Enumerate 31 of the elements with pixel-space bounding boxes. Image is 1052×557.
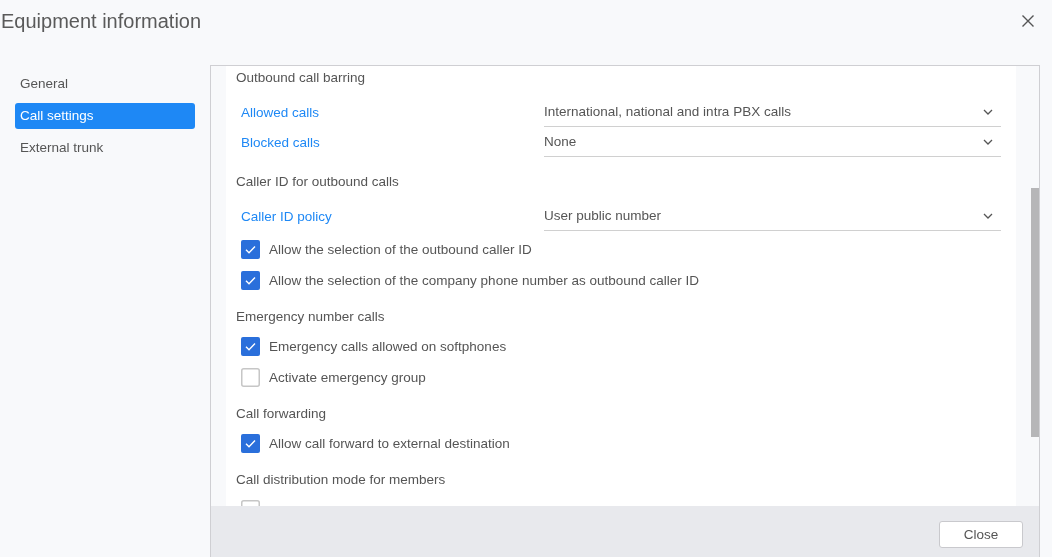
scrollbar-thumb[interactable] (1031, 188, 1039, 437)
dropdown-field[interactable]: None (544, 127, 1001, 157)
checkbox-label: Allow call forward to external destination (269, 436, 510, 451)
section-heading: Emergency number calls (236, 308, 386, 326)
checkbox[interactable] (241, 337, 260, 356)
chevron-down-icon (983, 212, 993, 219)
checkbox-label: Allow the selection of the company phone number as outbound caller ID (269, 273, 699, 288)
dropdown-field[interactable]: User public number (544, 201, 1001, 231)
field-label: Caller ID policy (241, 208, 333, 224)
close-icon[interactable] (1022, 15, 1034, 27)
dropdown-field[interactable]: International, national and intra PBX calls (544, 97, 1001, 127)
chevron-down-icon (983, 138, 993, 145)
checkbox[interactable] (241, 240, 260, 259)
field-label: Blocked calls (241, 134, 321, 150)
checkbox[interactable] (241, 434, 260, 453)
chevron-down-icon (983, 108, 993, 115)
checkbox-label: Allow the selection of the outbound caller ID (269, 242, 532, 257)
sidebar-item[interactable]: General (15, 71, 195, 97)
section-heading: Call forwarding (236, 405, 328, 423)
checkbox-label: Activate emergency group (269, 370, 426, 385)
dialog-title: Equipment information (1, 9, 202, 33)
checkbox[interactable] (241, 368, 260, 387)
section-heading: Call distribution mode for members (236, 471, 447, 489)
sidebar-item[interactable]: Call settings (15, 103, 195, 129)
section-heading: Caller ID for outbound calls (236, 173, 400, 191)
close-button[interactable]: Close (939, 521, 1023, 548)
field-label: Allowed calls (241, 104, 321, 120)
checkbox[interactable] (241, 271, 260, 290)
section-heading: Outbound call barring (236, 69, 367, 87)
sidebar-item[interactable]: External trunk (15, 135, 195, 161)
checkbox-label: Emergency calls allowed on softphones (269, 339, 507, 354)
